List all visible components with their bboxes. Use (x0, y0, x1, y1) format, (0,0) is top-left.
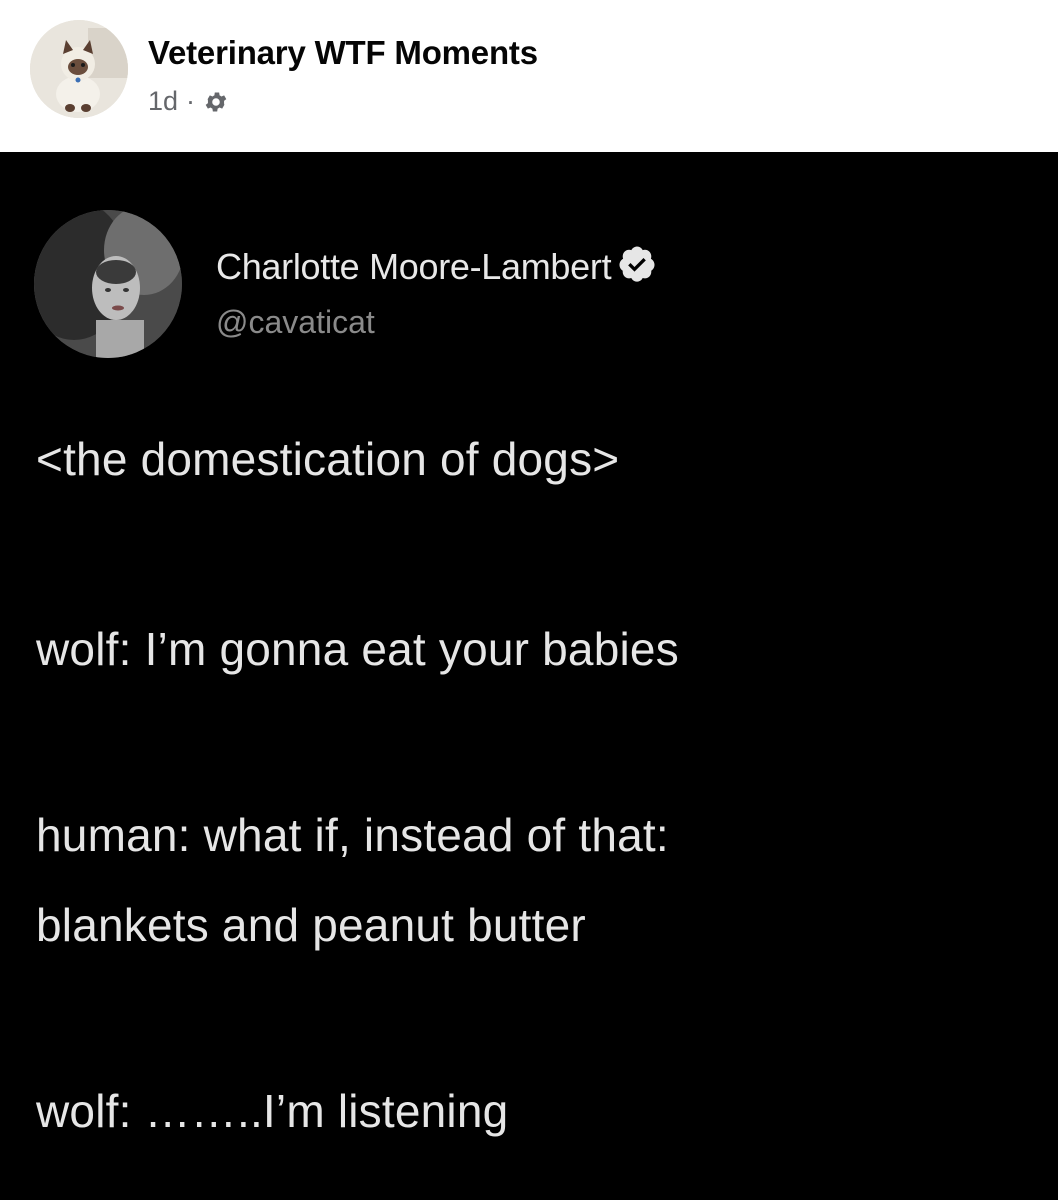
page-name[interactable]: Veterinary WTF Moments (148, 34, 538, 72)
post-meta: 1d · (148, 86, 229, 117)
tweet-text-line: human: what if, instead of that: (36, 809, 669, 861)
tweet-author-avatar (34, 210, 182, 358)
meta-separator: · (186, 86, 196, 116)
page-avatar[interactable] (30, 20, 128, 118)
tweet-text-line: wolf: ……..I’m listening (36, 1085, 509, 1137)
tweet-author-name: Charlotte Moore-Lambert (216, 245, 612, 287)
verified-badge-icon (617, 244, 657, 289)
post-time[interactable]: 1d (148, 86, 178, 117)
tweet-text-line: blankets and peanut butter (36, 899, 586, 951)
portrait-image (34, 210, 182, 358)
tweet-text-line: wolf: I’m gonna eat your babies (36, 623, 679, 675)
tweet-author-row: Charlotte Moore-Lambert (216, 244, 657, 289)
post-header: Veterinary WTF Moments 1d · (0, 0, 1058, 152)
cat-avatar-image (30, 20, 128, 118)
tweet-text-line: <the domestication of dogs> (36, 433, 620, 485)
tweet-author-handle: @cavaticat (216, 304, 375, 340)
gear-icon[interactable] (203, 89, 229, 115)
